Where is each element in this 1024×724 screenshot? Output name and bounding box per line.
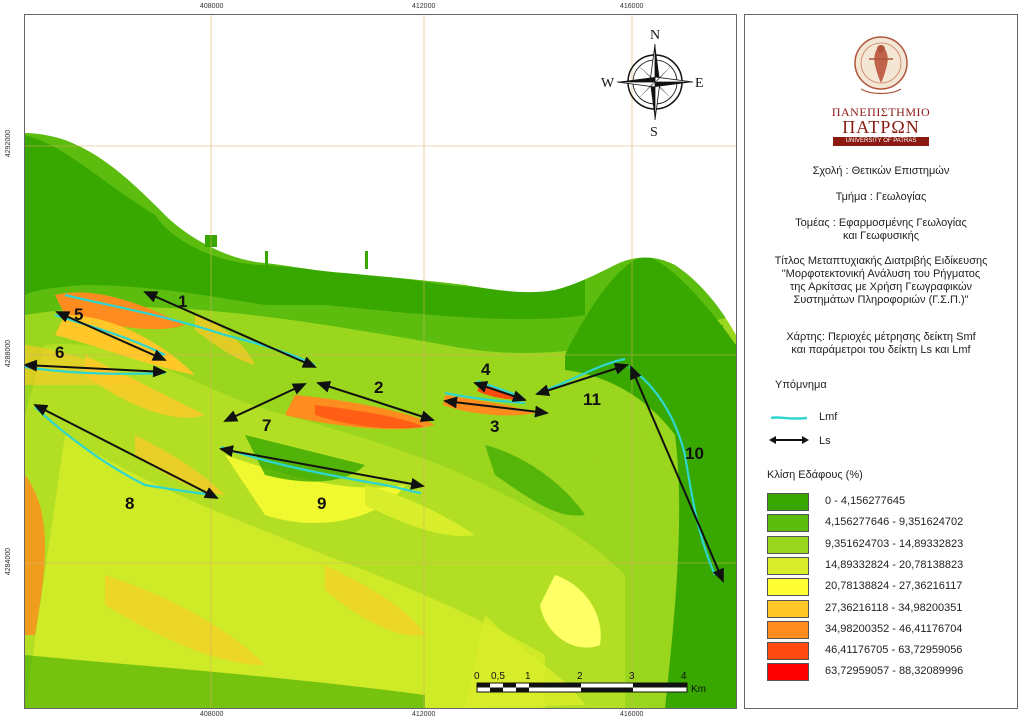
slope-swatch-6 bbox=[767, 599, 809, 618]
left-tick-4284000: 4284000 bbox=[5, 547, 13, 576]
area-label-9: 9 bbox=[317, 494, 326, 513]
slope-swatch-1 bbox=[767, 493, 809, 511]
school-text: Σχολή : Θετικών Επιστημών bbox=[812, 165, 950, 177]
bottom-tick-408000: 408000 bbox=[200, 711, 224, 718]
lmf-label: Lmf bbox=[819, 411, 838, 423]
legend-title: Υπόμνημα bbox=[775, 379, 827, 391]
slope-map-canvas: 1 2 3 4 5 6 7 8 9 10 11 N S E W 0 0,5 1 … bbox=[25, 15, 736, 708]
scale-tick-2: 2 bbox=[577, 671, 583, 682]
slope-class-label-3: 9,351624703 - 14,89332823 bbox=[825, 537, 964, 550]
slope-class-label-9: 63,72959057 - 88,32089996 bbox=[825, 665, 964, 678]
left-tick-4292000: 4292000 bbox=[5, 129, 13, 158]
slope-swatch-8 bbox=[767, 642, 809, 661]
scale-tick-3: 3 bbox=[629, 671, 635, 682]
ls-label: Ls bbox=[819, 435, 831, 447]
university-seal-icon bbox=[854, 36, 908, 95]
slope-map: 1 2 3 4 5 6 7 8 9 10 11 N S E W 0 0,5 1 … bbox=[24, 14, 737, 709]
area-label-7: 7 bbox=[262, 416, 271, 435]
top-tick-408000: 408000 bbox=[200, 3, 224, 10]
scale-tick-0: 0 bbox=[474, 671, 480, 682]
area-label-11: 11 bbox=[583, 390, 601, 409]
scale-unit: Km bbox=[691, 684, 706, 695]
area-label-2: 2 bbox=[374, 378, 383, 397]
slope-swatch-5 bbox=[767, 578, 809, 597]
sector-line1: Τομέας : Εφαρμοσμένης Γεωλογίας bbox=[795, 217, 967, 229]
area-label-4: 4 bbox=[481, 360, 491, 379]
thesis-line2: "Μορφοτεκτονική Ανάλυση του Ρήγματος bbox=[781, 268, 981, 280]
top-tick-412000: 412000 bbox=[412, 3, 436, 10]
map-title-line1: Χάρτης: Περιοχές μέτρησης δείκτη Smf bbox=[786, 331, 976, 343]
slope-class-label-8: 46,41176705 - 63,72959056 bbox=[825, 644, 963, 657]
sector-line2: και Γεωφυσικής bbox=[842, 230, 920, 242]
compass-w: W bbox=[601, 76, 615, 91]
slope-class-label-2: 4,156277646 - 9,351624702 bbox=[825, 516, 964, 529]
ls-symbol bbox=[769, 436, 809, 444]
slope-class-label-6: 27,36216118 - 34,98200351 bbox=[825, 601, 963, 614]
top-tick-416000: 416000 bbox=[620, 3, 644, 10]
area-label-1: 1 bbox=[178, 292, 187, 311]
thesis-line1: Τίτλος Μεταπτυχιακής Διατριβής Ειδίκευση… bbox=[774, 255, 988, 267]
department-text: Τμήμα : Γεωλογίας bbox=[835, 191, 927, 203]
bottom-tick-416000: 416000 bbox=[620, 711, 644, 718]
bottom-tick-412000: 412000 bbox=[412, 711, 436, 718]
compass-n: N bbox=[650, 28, 660, 43]
area-label-8: 8 bbox=[125, 494, 134, 513]
legend-panel: ΠΑΝΕΠΙΣΤΗΜΙΟ ΠΑΤΡΩΝ UNIVERSITY OF PATRAS… bbox=[744, 14, 1018, 709]
slope-swatch-7 bbox=[767, 620, 809, 639]
scale-tick-05: 0,5 bbox=[491, 671, 505, 682]
thesis-line3: της Αρκίτσας με Χρήση Γεωγραφικών bbox=[789, 281, 973, 293]
slope-title: Κλίση Εδάφους (%) bbox=[767, 469, 863, 481]
scale-tick-4: 4 bbox=[681, 671, 687, 682]
area-label-5: 5 bbox=[74, 305, 83, 324]
slope-swatch-9 bbox=[767, 663, 809, 682]
left-tick-4288000: 4288000 bbox=[5, 339, 13, 368]
slope-class-label-7: 34,98200352 - 46,41176704 bbox=[825, 622, 963, 635]
compass-e: E bbox=[695, 76, 704, 91]
slope-class-label-5: 20,78138824 - 27,36216117 bbox=[825, 580, 963, 593]
thesis-line4: Συστημάτων Πληροφοριών (Γ.Σ.Π.)" bbox=[793, 294, 969, 306]
scale-tick-1: 1 bbox=[525, 671, 531, 682]
compass-s: S bbox=[650, 125, 658, 140]
area-label-3: 3 bbox=[490, 417, 499, 436]
slope-class-label-4: 14,89332824 - 20,78138823 bbox=[825, 558, 964, 571]
university-name-line3: UNIVERSITY OF PATRAS bbox=[833, 137, 929, 146]
map-title-line2: και παράμετροι του δείκτη Ls και Lmf bbox=[791, 344, 971, 356]
slope-class-label-1: 0 - 4,156277645 bbox=[825, 495, 906, 507]
slope-swatch-4 bbox=[767, 556, 809, 575]
area-label-6: 6 bbox=[55, 343, 64, 362]
area-label-10: 10 bbox=[685, 444, 704, 463]
university-name-line2: ΠΑΤΡΩΝ bbox=[842, 117, 920, 137]
slope-swatch-2 bbox=[767, 514, 809, 533]
lmf-symbol bbox=[770, 416, 808, 420]
slope-swatch-3 bbox=[767, 535, 809, 554]
